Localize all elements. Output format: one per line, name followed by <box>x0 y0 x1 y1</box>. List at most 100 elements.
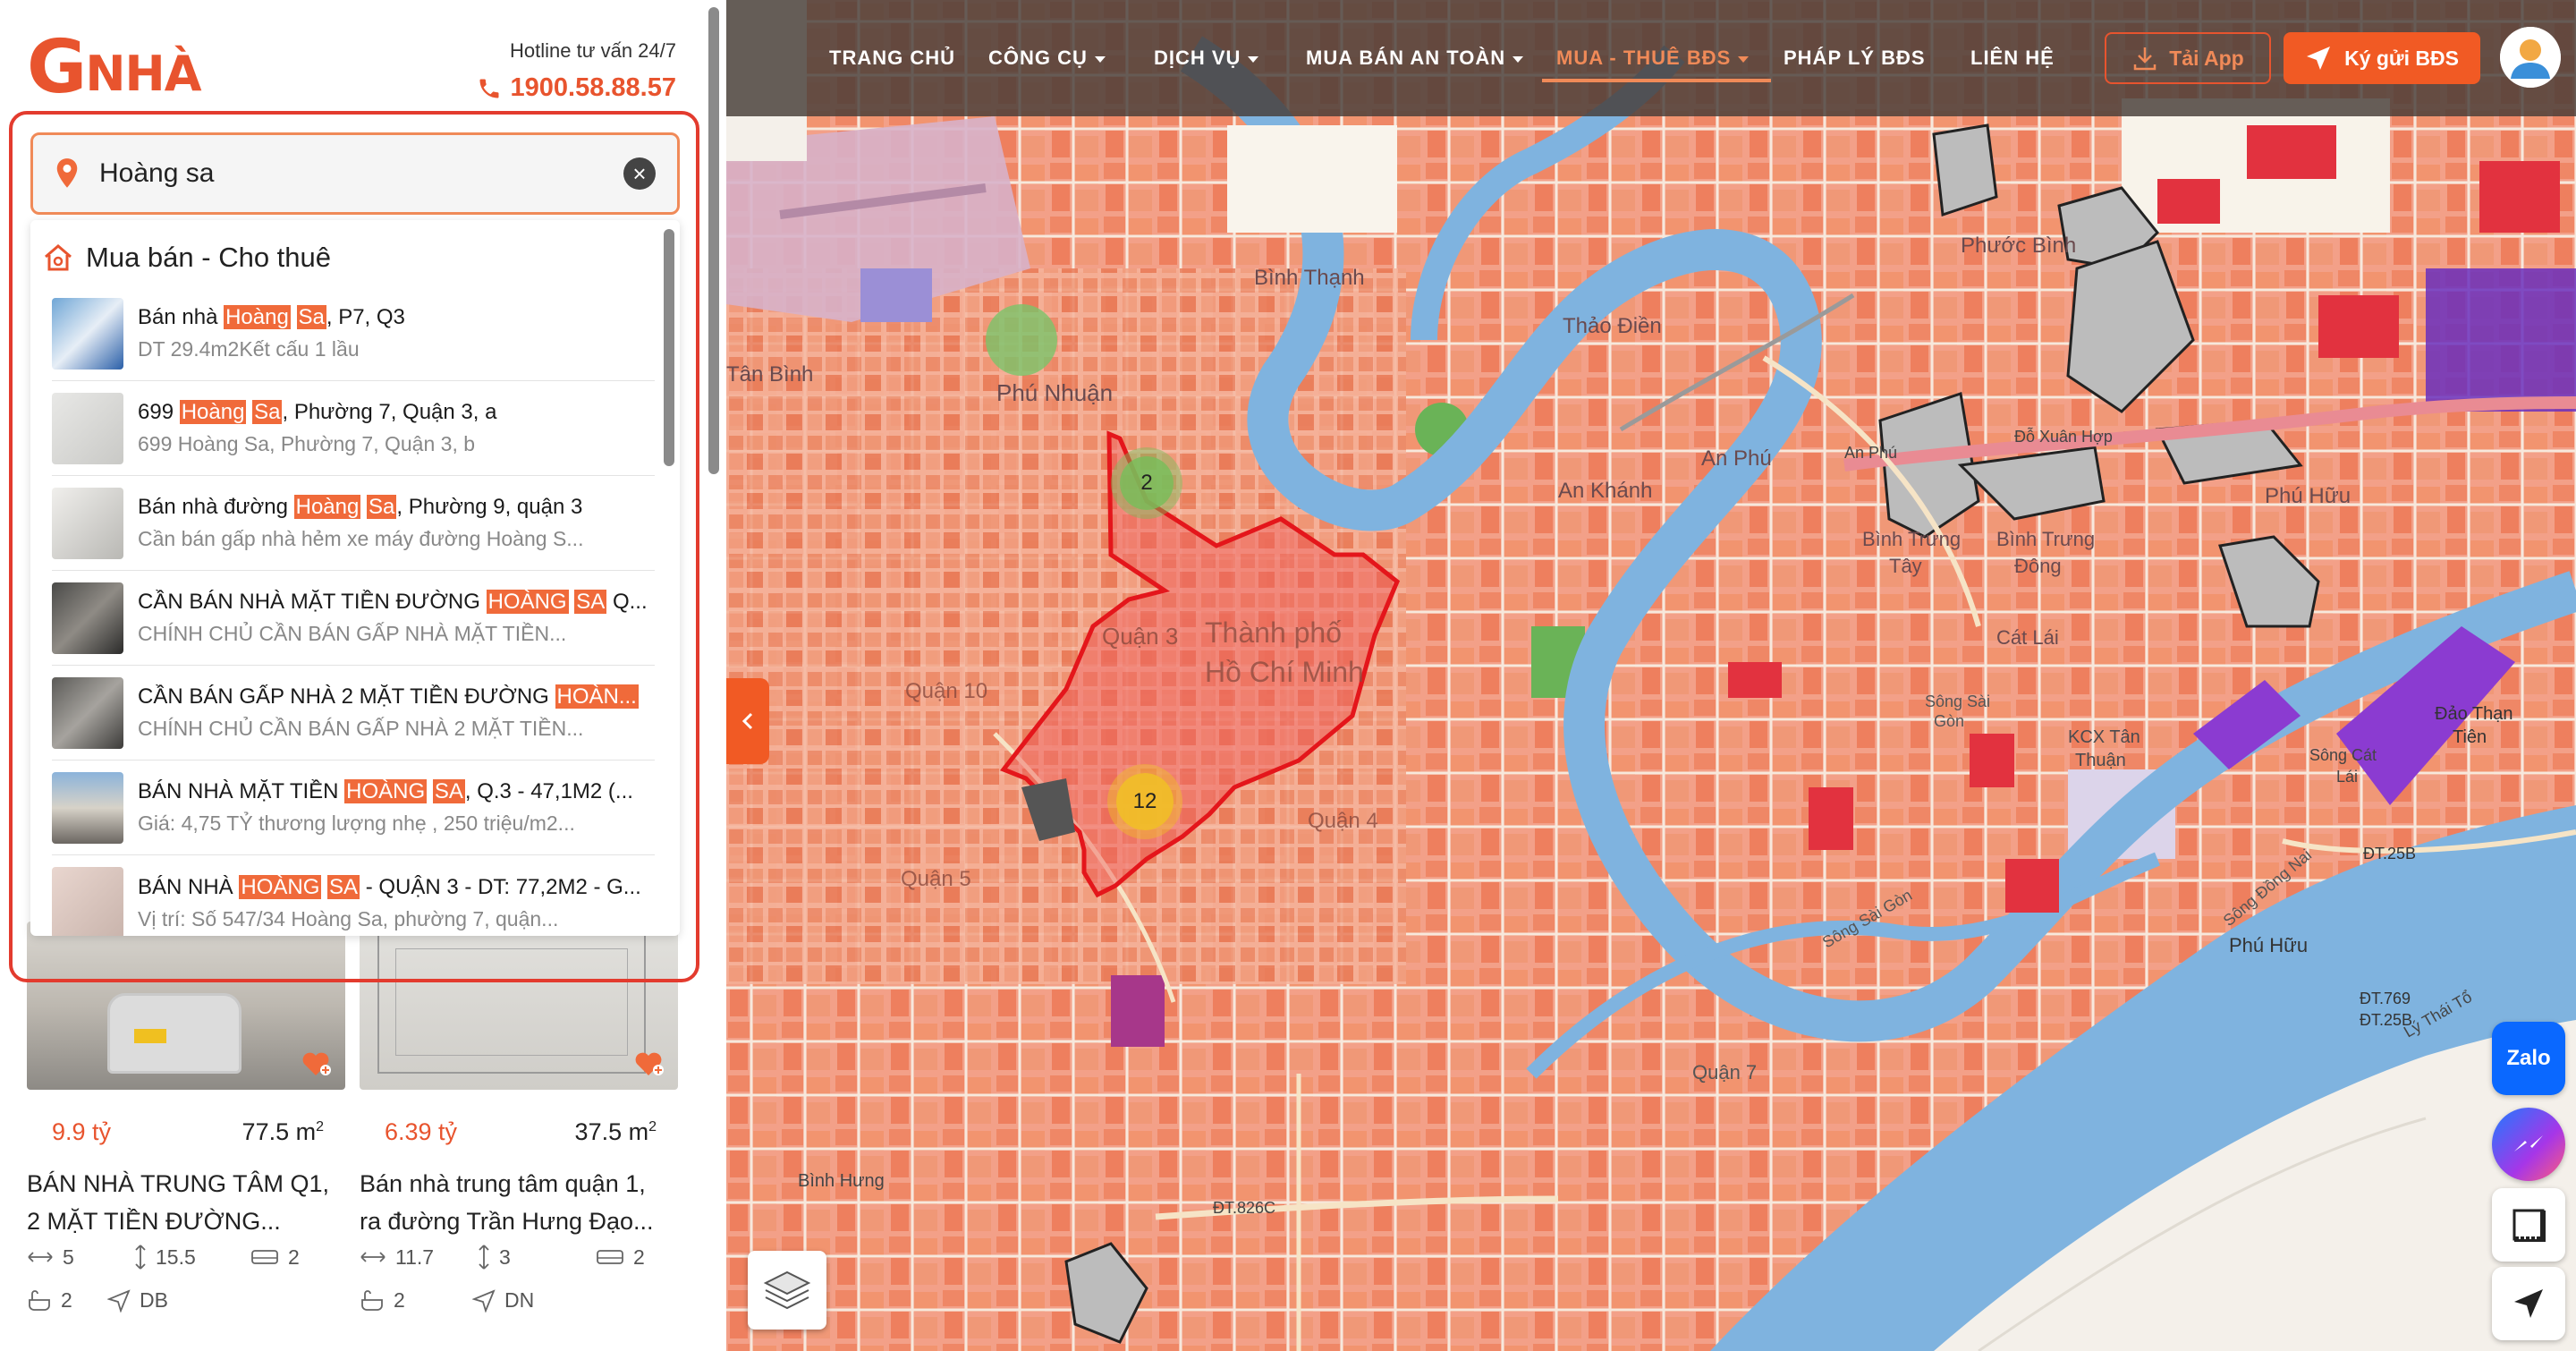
nav-tools[interactable]: CÔNG CỤ <box>988 47 1106 70</box>
chevron-down-icon <box>1513 55 1524 63</box>
suggestion-item[interactable]: BÁN NHÀ HOÀNG SA - QUẬN 3 - DT: 77,2M2 -… <box>52 855 655 936</box>
nav-buy-rent[interactable]: MUA - THUÊ BĐS <box>1556 47 1750 70</box>
svg-text:An Phú: An Phú <box>1701 446 1772 471</box>
svg-text:An Phú: An Phú <box>1844 444 1897 462</box>
search-input[interactable] <box>97 157 623 190</box>
svg-text:Thảo Điền: Thảo Điền <box>1563 314 1662 338</box>
map-layers-button[interactable] <box>748 1251 826 1330</box>
download-icon <box>2134 47 2157 71</box>
svg-text:Lái: Lái <box>2336 768 2358 786</box>
hotline-number-text: 1900.58.88.57 <box>510 73 676 102</box>
svg-text:Phú Hữu: Phú Hữu <box>2229 934 2308 956</box>
user-avatar[interactable] <box>2500 27 2561 88</box>
map-cluster-marker[interactable]: 12 <box>1116 773 1174 830</box>
listing-area: 37.5 m2 <box>574 1118 657 1145</box>
suggestion-thumbnail <box>52 582 123 654</box>
map-cluster-marker[interactable]: 2 <box>1120 456 1174 510</box>
svg-text:Gòn: Gòn <box>1934 712 1964 730</box>
svg-text:Quận 7: Quận 7 <box>1692 1061 1757 1083</box>
svg-text:Bình Hưng: Bình Hưng <box>798 1171 885 1191</box>
svg-text:Phú Nhuận: Phú Nhuận <box>996 379 1113 406</box>
listing-meta-row-2: 2 DN <box>360 1288 678 1313</box>
download-app-button[interactable]: Tải App <box>2105 32 2271 84</box>
svg-text:Đảo Thạn: Đảo Thạn <box>2435 704 2512 724</box>
svg-text:ĐT.25B: ĐT.25B <box>2363 845 2416 862</box>
suggestion-item[interactable]: Bán nhà đường Hoàng Sa, Phường 9, quận 3… <box>52 476 655 571</box>
messenger-icon <box>2514 1135 2543 1151</box>
suggestion-thumbnail <box>52 676 123 749</box>
length-arrows-icon <box>479 1245 489 1270</box>
my-location-button[interactable] <box>2492 1267 2565 1340</box>
layers-icon <box>763 1270 811 1310</box>
suggestion-item[interactable]: BÁN NHÀ MẶT TIỀN HOÀNG SA, Q.3 - 47,1M2 … <box>52 760 655 855</box>
hotline-label: Hotline tư vấn 24/7 <box>510 39 676 62</box>
listing-area: 77.5 m2 <box>242 1118 324 1145</box>
hotline: Hotline tư vấn 24/7 1900.58.88.57 <box>477 39 676 103</box>
cluster-count: 2 <box>1140 471 1153 495</box>
close-circle-icon[interactable]: × <box>623 157 656 190</box>
svg-text:ĐT.826C: ĐT.826C <box>1213 1199 1275 1217</box>
svg-text:Tân Bình: Tân Bình <box>726 362 813 387</box>
listing-title[interactable]: BÁN NHÀ TRUNG TÂM Q1, 2 MẶT TIỀN ĐƯỜNG..… <box>27 1165 349 1240</box>
cluster-count: 12 <box>1132 789 1157 813</box>
suggestion-thumbnail <box>52 867 123 936</box>
width-arrows-icon <box>28 1252 53 1262</box>
listing-title[interactable]: Bán nhà trung tâm quận 1, ra đường Trần … <box>360 1165 682 1240</box>
bathtub-icon <box>29 1289 50 1311</box>
suggestion-item[interactable]: CẦN BÁN GẤP NHÀ 2 MẶT TIỀN ĐƯỜNG HOÀN...… <box>52 666 655 760</box>
chevron-left-icon <box>741 712 753 730</box>
search-box[interactable]: × <box>30 132 680 215</box>
search-suggestions: Mua bán - Cho thuê Bán nhà Hoàng Sa, P7,… <box>30 220 680 936</box>
zalo-chat-button[interactable]: Zalo <box>2492 1022 2565 1095</box>
left-panel-scrollbar[interactable] <box>708 7 719 474</box>
map-canvas[interactable]: Quận 3 Thành phố Hồ Chí Minh Quận 10 Quậ… <box>726 0 2576 1351</box>
nav-home[interactable]: TRANG CHỦ <box>829 47 955 70</box>
svg-text:Sông Sài: Sông Sài <box>1925 692 1990 710</box>
collapse-panel-button[interactable] <box>726 678 769 764</box>
planning-map[interactable]: Quận 3 Thành phố Hồ Chí Minh Quận 10 Quậ… <box>726 0 2576 1351</box>
nav-legal[interactable]: PHÁP LÝ BĐS <box>1784 47 1926 70</box>
nav-safe-trade[interactable]: MUA BÁN AN TOÀN <box>1306 47 1524 70</box>
left-panel: G NHÀ Hotline tư vấn 24/7 1900.58.88.57 … <box>0 0 703 1351</box>
brand-logo[interactable]: G NHÀ <box>27 31 202 105</box>
suggestion-thumbnail <box>52 487 123 559</box>
nav-services[interactable]: DỊCH VỤ <box>1154 47 1259 70</box>
navigation-arrow-icon <box>2514 1289 2543 1318</box>
svg-text:Bình Thạnh: Bình Thạnh <box>1254 266 1365 290</box>
hotline-number[interactable]: 1900.58.88.57 <box>477 73 676 103</box>
heart-add-icon[interactable] <box>633 1050 664 1077</box>
nav-active-underline <box>1542 79 1771 82</box>
svg-text:Quận 3: Quận 3 <box>1102 623 1178 650</box>
suggestion-item[interactable]: 699 Hoàng Sa, Phường 7, Quận 3, a 699 Ho… <box>52 381 655 476</box>
messenger-chat-button[interactable] <box>2492 1108 2565 1181</box>
suggestion-thumbnail <box>52 297 123 370</box>
svg-text:Quận 10: Quận 10 <box>905 679 987 703</box>
suggestion-item[interactable]: CẦN BÁN NHÀ MẶT TIỀN ĐƯỜNG HOÀNG SA Q...… <box>52 571 655 666</box>
direction-icon <box>107 1288 131 1313</box>
length-arrows-icon <box>135 1245 146 1270</box>
svg-text:Đỗ Xuân Hợp: Đỗ Xuân Hợp <box>2014 427 2113 446</box>
chevron-down-icon <box>1094 55 1106 63</box>
floors-icon <box>597 1250 623 1264</box>
listing-meta-row-2: 2 DB <box>27 1288 345 1313</box>
ruler-tool-button[interactable] <box>2492 1188 2565 1262</box>
svg-text:Sông Cát: Sông Cát <box>2309 746 2377 764</box>
zalo-label: Zalo <box>2506 1046 2551 1070</box>
heart-add-icon[interactable] <box>301 1050 331 1077</box>
svg-text:An Khánh: An Khánh <box>1558 479 1652 503</box>
suggestion-thumbnail <box>52 771 123 844</box>
suggestion-item[interactable]: Bán nhà Hoàng Sa, P7, Q3 DT 29.4m2Kết cấ… <box>52 286 655 381</box>
section-title: Mua bán - Cho thuê <box>86 242 332 273</box>
home-search-icon <box>45 244 72 271</box>
listing-meta-row-1: 5 15.5 2 <box>27 1244 345 1270</box>
consign-property-button[interactable]: Ký gửi BĐS <box>2284 32 2480 84</box>
nav-contact[interactable]: LIÊN HỆ <box>1970 47 2055 70</box>
direction-icon <box>472 1288 496 1313</box>
logo-text: NHÀ <box>85 46 201 102</box>
dropdown-scrollbar[interactable] <box>664 229 674 466</box>
send-icon <box>2307 47 2331 70</box>
suggestions-section-header: Mua bán - Cho thuê <box>30 220 680 286</box>
svg-text:ĐT.769: ĐT.769 <box>2360 990 2411 1007</box>
user-icon <box>2500 27 2561 88</box>
svg-text:Đông: Đông <box>2014 555 2062 577</box>
